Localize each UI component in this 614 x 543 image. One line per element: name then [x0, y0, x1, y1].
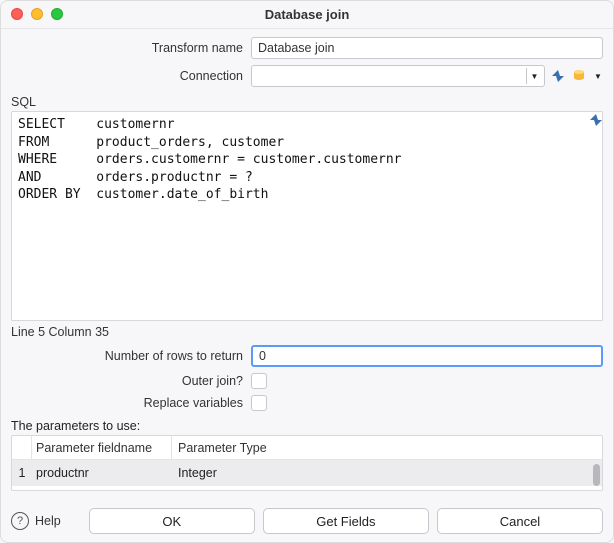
sql-editor[interactable]: SELECT customernr FROM product_orders, c…	[11, 111, 603, 321]
row-replace-vars: Replace variables	[11, 395, 603, 411]
window-controls	[11, 8, 63, 20]
connection-combo[interactable]: ▼	[251, 65, 545, 87]
row-index: 1	[12, 466, 32, 480]
help-icon: ?	[11, 512, 29, 530]
help-button[interactable]: ? Help	[11, 512, 67, 530]
new-connection-icon[interactable]	[571, 67, 589, 85]
col-type[interactable]: Parameter Type	[172, 441, 602, 455]
edit-connection-icon[interactable]	[549, 67, 567, 85]
dialog-window: Database join Transform name Connection …	[0, 0, 614, 543]
params-label: The parameters to use:	[11, 419, 603, 433]
row-rows-return: Number of rows to return	[11, 345, 603, 367]
get-fields-button[interactable]: Get Fields	[263, 508, 429, 534]
window-title: Database join	[1, 7, 613, 22]
rows-return-input[interactable]	[251, 345, 603, 367]
rows-return-label: Number of rows to return	[11, 349, 251, 363]
chevron-down-icon[interactable]: ▼	[526, 68, 542, 84]
params-header: Parameter fieldname Parameter Type	[12, 436, 602, 460]
col-fieldname[interactable]: Parameter fieldname	[32, 436, 172, 459]
ok-button[interactable]: OK	[89, 508, 255, 534]
help-label: Help	[35, 514, 61, 528]
button-bar: ? Help OK Get Fields Cancel	[1, 500, 613, 542]
transform-name-label: Transform name	[11, 41, 251, 55]
row-transform-name: Transform name	[11, 37, 603, 59]
row-outer-join: Outer join?	[11, 373, 603, 389]
cancel-button[interactable]: Cancel	[437, 508, 603, 534]
dialog-content: Transform name Connection ▼	[1, 29, 613, 500]
cell-fieldname[interactable]: productnr	[32, 466, 172, 480]
connection-menu-icon[interactable]: ▼	[593, 67, 603, 85]
close-icon[interactable]	[11, 8, 23, 20]
row-connection: Connection ▼ ▼	[11, 65, 603, 87]
titlebar: Database join	[1, 1, 613, 29]
table-row[interactable]: 1 productnr Integer	[12, 460, 602, 486]
transform-name-input[interactable]	[251, 37, 603, 59]
cell-type[interactable]: Integer	[172, 466, 602, 480]
sql-label: SQL	[11, 95, 603, 109]
zoom-icon[interactable]	[51, 8, 63, 20]
connection-label: Connection	[11, 69, 251, 83]
sql-cursor-status: Line 5 Column 35	[11, 325, 603, 339]
params-table: Parameter fieldname Parameter Type 1 pro…	[11, 435, 603, 491]
outer-join-checkbox[interactable]	[251, 373, 267, 389]
replace-vars-label: Replace variables	[11, 396, 251, 410]
sql-browse-icon[interactable]	[587, 111, 605, 129]
scrollbar-thumb[interactable]	[593, 464, 600, 486]
replace-vars-checkbox[interactable]	[251, 395, 267, 411]
minimize-icon[interactable]	[31, 8, 43, 20]
outer-join-label: Outer join?	[11, 374, 251, 388]
